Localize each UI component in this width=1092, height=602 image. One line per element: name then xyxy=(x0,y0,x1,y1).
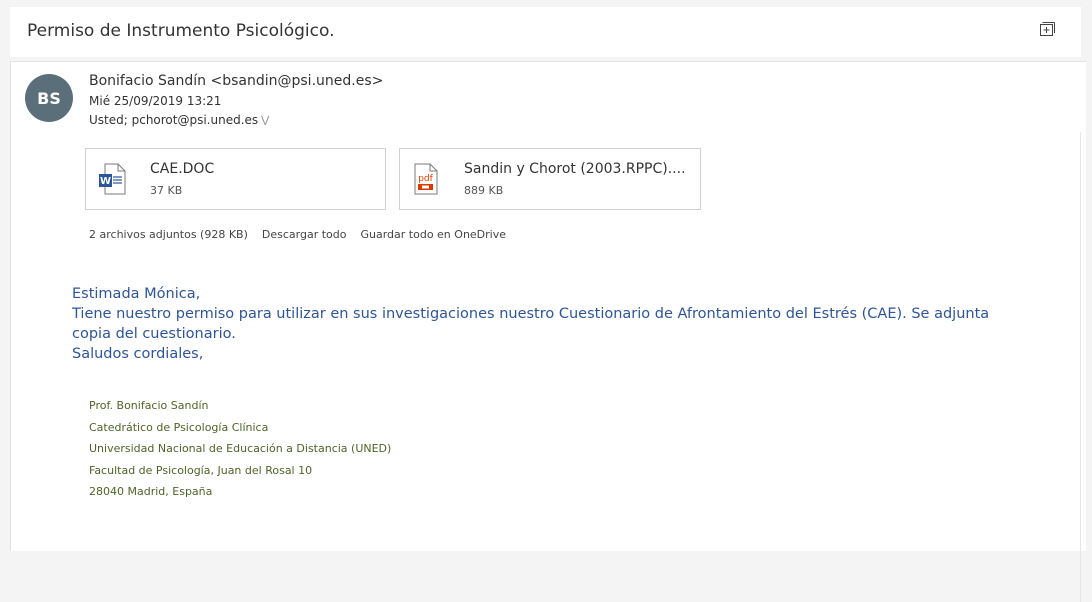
signature-block: Prof. Bonifacio Sandín Catedrático de Ps… xyxy=(89,395,391,503)
save-to-onedrive-link[interactable]: Guardar todo en OneDrive xyxy=(360,228,506,241)
svg-text:W: W xyxy=(100,176,111,187)
sent-date: Mié 25/09/2019 13:21 xyxy=(89,94,222,108)
attachment-size: 37 KB xyxy=(150,184,183,197)
body-greeting: Estimada Mónica, xyxy=(72,286,201,302)
signature-line: 28040 Madrid, España xyxy=(89,485,213,498)
signature-line: Universidad Nacional de Educación a Dist… xyxy=(89,442,392,455)
recipients-line: Usted; pchorot@psi.uned.es ⋁ xyxy=(89,113,269,127)
open-in-new-window-icon[interactable] xyxy=(1039,21,1055,37)
svg-text:pdf: pdf xyxy=(418,174,433,184)
message-pane: BS Bonifacio Sandín <bsandin@psi.uned.es… xyxy=(10,61,1086,602)
body-paragraph: Tiene nuestro permiso para utilizar en s… xyxy=(72,306,990,342)
subject-bar: Permiso de Instrumento Psicológico. xyxy=(10,7,1081,57)
sender-name[interactable]: Bonifacio Sandín <bsandin@psi.uned.es> xyxy=(89,73,383,89)
signature-line: Catedrático de Psicología Clínica xyxy=(89,420,269,434)
attachment-sandin-chorot-pdf[interactable]: pdf Sandin y Chorot (2003.RPPC).... 889 … xyxy=(399,148,701,210)
download-all-link[interactable]: Descargar todo xyxy=(262,228,347,241)
sender-avatar[interactable]: BS xyxy=(25,74,73,122)
word-doc-icon: W xyxy=(99,163,126,195)
attachment-summary: 2 archivos adjuntos (928 KB) xyxy=(89,228,248,241)
attachment-size: 889 KB xyxy=(464,184,504,197)
email-subject: Permiso de Instrumento Psicológico. xyxy=(27,21,335,41)
expand-recipients-chevron-icon[interactable]: ⋁ xyxy=(261,115,269,126)
signature-line: Prof. Bonifacio Sandín xyxy=(89,399,209,412)
signature-line: Facultad de Psicología, Juan del Rosal 1… xyxy=(89,463,313,477)
message-body: Estimada Mónica, Tiene nuestro permiso p… xyxy=(72,284,1032,364)
attachment-name: CAE.DOC xyxy=(150,161,215,177)
attachment-cae-doc[interactable]: W CAE.DOC 37 KB xyxy=(85,148,386,210)
scrollbar-track[interactable] xyxy=(1080,132,1086,602)
attachment-actions: 2 archivos adjuntos (928 KB) Descargar t… xyxy=(89,228,506,241)
recipients-list[interactable]: Usted; pchorot@psi.uned.es xyxy=(89,113,258,127)
attachment-name: Sandin y Chorot (2003.RPPC).... xyxy=(464,161,686,177)
body-closing: Saludos cordiales, xyxy=(72,346,204,362)
pdf-icon: pdf xyxy=(414,163,438,195)
